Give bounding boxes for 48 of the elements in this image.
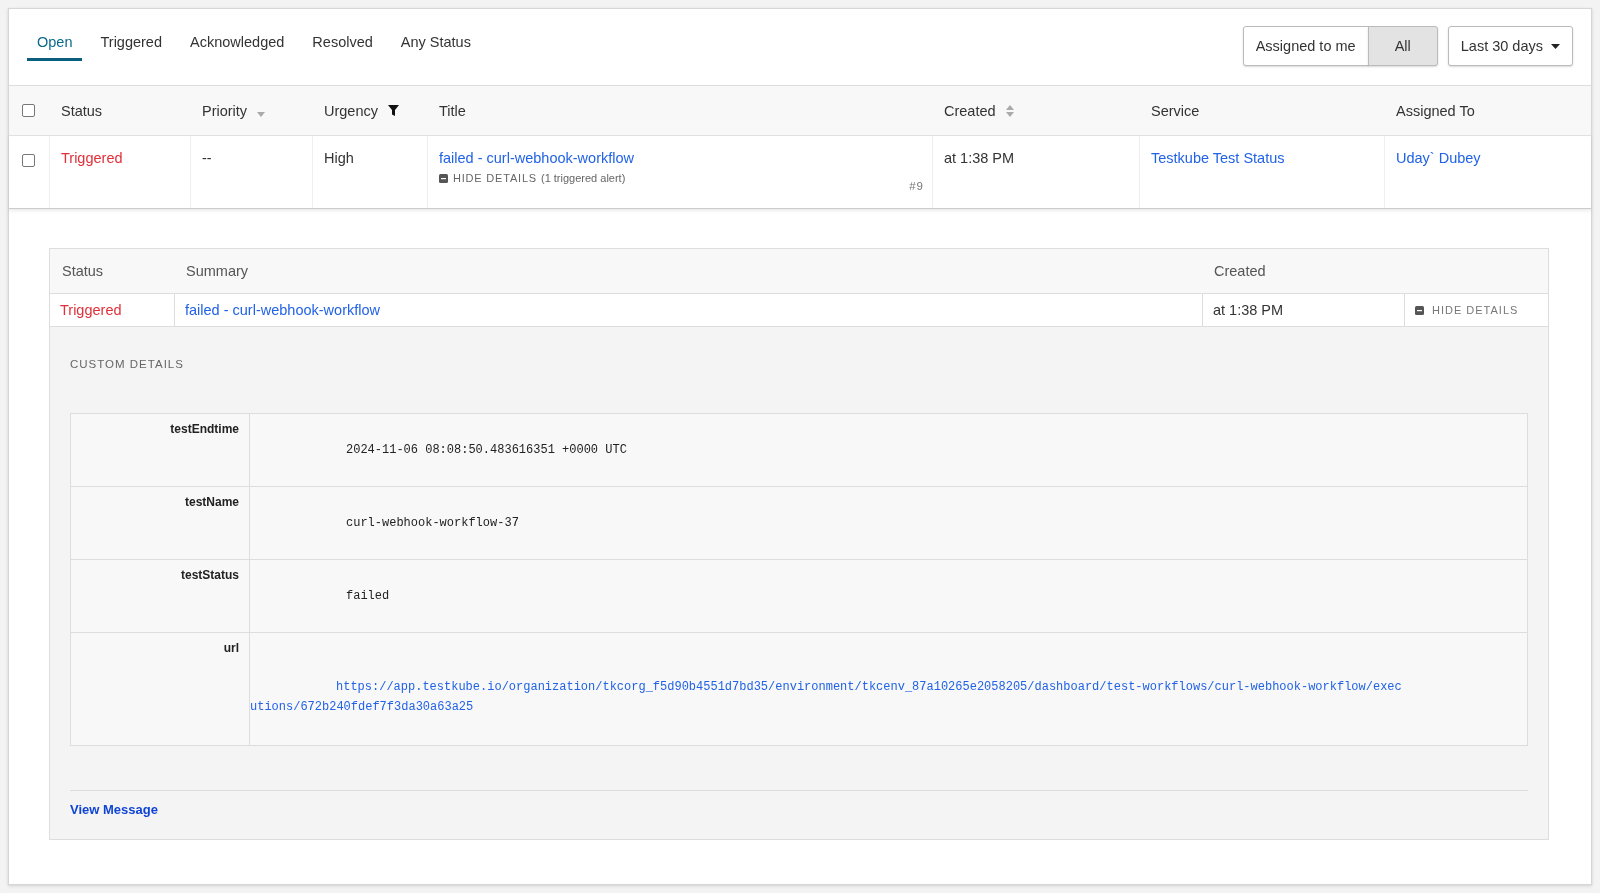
column-header: Created [944, 102, 996, 119]
detail-value: curl-webhook-workflow-37 [346, 516, 519, 530]
row-checkbox[interactable] [22, 154, 35, 167]
section-label: CUSTOM DETAILS [70, 358, 184, 370]
caret-icon [1551, 43, 1560, 49]
incident-number: #9 [909, 180, 924, 192]
assignment-toggle-button[interactable]: Assigned to me [1242, 26, 1369, 66]
status-tab[interactable]: Open [27, 26, 83, 61]
status-tab[interactable]: Acknowledged [180, 26, 295, 61]
hide-details-toggle[interactable]: HIDE DETAILS [1415, 304, 1519, 316]
alert-count: (1 triggered alert) [540, 172, 626, 184]
column-header: Priority [202, 102, 248, 119]
status-tab[interactable]: Triggered [90, 26, 172, 61]
collapse-icon [1415, 305, 1424, 315]
status-tab[interactable]: Resolved [302, 26, 383, 61]
detail-key: testName [184, 495, 239, 509]
detail-value: 2024-11-06 08:08:50.483616351 +0000 UTC [346, 443, 627, 457]
select-all-checkbox[interactable] [22, 104, 35, 117]
column-header: Status [61, 102, 103, 119]
column-header: Created [1213, 263, 1267, 279]
detail-url-link[interactable]: https://app.testkube.io/organization/tkcorg_f5d90b4551d7bd35/environment/tkcenv_87a10265e2058205/dashboard/test-workflows/curl-webhook-workflow/executions/672b240fdef7f3da30a63a25 [250, 677, 1517, 717]
column-header: Urgency [324, 102, 378, 119]
incident-title-link[interactable]: failed - curl-webhook-workflow [439, 150, 634, 166]
column-header: Assigned To [1396, 102, 1475, 119]
detail-key: testEndtime [170, 422, 239, 436]
column-header: Status [61, 263, 105, 279]
alert-status-text: Triggered [60, 302, 122, 318]
filter-icon[interactable] [388, 105, 399, 116]
details-toggle[interactable]: HIDE DETAILS [439, 172, 537, 184]
detail-key: url [223, 641, 239, 655]
assignee-link[interactable]: Uday` Dubey [1396, 150, 1481, 166]
status-text: Triggered [61, 150, 123, 166]
service-link[interactable]: Testkube Test Status [1151, 150, 1285, 166]
date-range-dropdown[interactable]: Last 30 days [1447, 26, 1573, 66]
view-message-link[interactable]: View Message [70, 802, 158, 817]
alert-created-time: at 1:38 PM [1213, 302, 1284, 318]
urgency-text: High [324, 150, 354, 166]
column-header: Title [439, 102, 466, 119]
status-tab[interactable]: Any Status [390, 26, 481, 61]
created-time: at 1:38 PM [944, 150, 1015, 166]
column-header: Service [1151, 102, 1200, 119]
collapse-icon [439, 173, 448, 183]
priority-text: -- [202, 150, 212, 166]
detail-key: testStatus [181, 568, 239, 582]
column-header: Summary [185, 263, 250, 279]
assignment-toggle-button[interactable]: All [1367, 26, 1438, 66]
detail-value: failed [346, 589, 390, 603]
alert-summary-link[interactable]: failed - curl-webhook-workflow [185, 302, 380, 318]
